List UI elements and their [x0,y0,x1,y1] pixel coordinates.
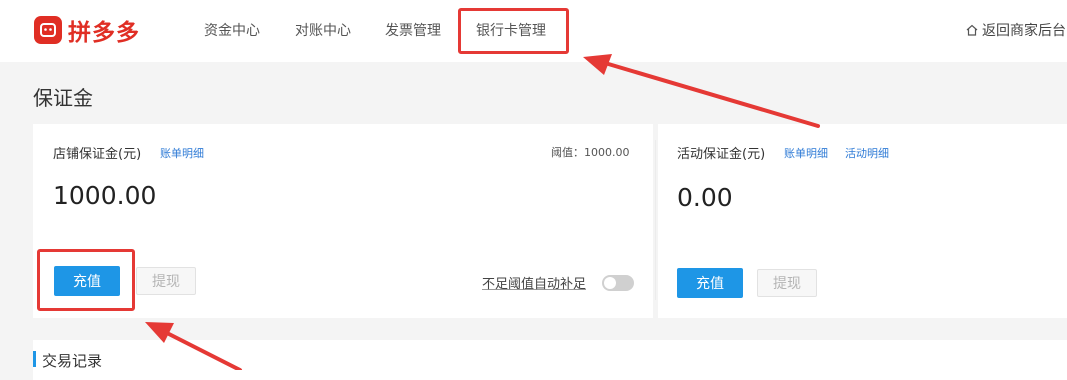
activity-details-link[interactable]: 活动明细 [845,145,889,161]
nav-item-invoice-management[interactable]: 发票管理 [385,20,441,40]
back-to-seller-backend-link[interactable]: 返回商家后台 [965,20,1066,40]
toggle-knob [604,277,616,289]
section-accent-bar [33,351,36,367]
activity-withdraw-button[interactable]: 提现 [757,269,817,297]
activity-deposit-label: 活动保证金(元) [677,147,766,162]
transaction-records-section: 交易记录 [33,340,1067,380]
activity-deposit-card: 活动保证金(元) 账单明细 活动明细 0.00 充值 提现 [658,124,1067,318]
store-withdraw-button[interactable]: 提现 [136,267,196,295]
brand-name: 拼多多 [68,20,140,46]
top-navigation-bar: 拼多多 资金中心 对账中心 发票管理 银行卡管理 返回商家后台 [0,0,1067,62]
store-bill-details-link[interactable]: 账单明细 [160,145,204,161]
store-deposit-label: 店铺保证金(元) [53,147,142,162]
annotation-box-bank-card [458,8,569,54]
annotation-box-recharge [37,249,135,311]
nav-item-fund-center[interactable]: 资金中心 [204,20,260,40]
card-divider [655,140,656,300]
back-link-label: 返回商家后台 [982,23,1066,39]
brand-logo-icon [34,16,62,44]
home-icon [966,24,978,36]
auto-topup-label: 不足阈值自动补足 [482,277,587,292]
activity-bill-details-link[interactable]: 账单明细 [784,145,828,161]
arrow-to-bank-card [583,54,820,128]
transaction-records-title: 交易记录 [42,352,103,370]
page-title: 保证金 [33,86,93,110]
activity-recharge-button[interactable]: 充值 [677,268,743,298]
nav-item-reconciliation-center[interactable]: 对账中心 [295,20,351,40]
threshold-value: 阈值：1000.00 [551,146,630,159]
activity-deposit-amount: 0.00 [677,183,733,212]
auto-topup-toggle[interactable] [602,275,634,291]
store-deposit-amount: 1000.00 [53,181,157,210]
brand-logo[interactable]: 拼多多 [34,13,140,47]
